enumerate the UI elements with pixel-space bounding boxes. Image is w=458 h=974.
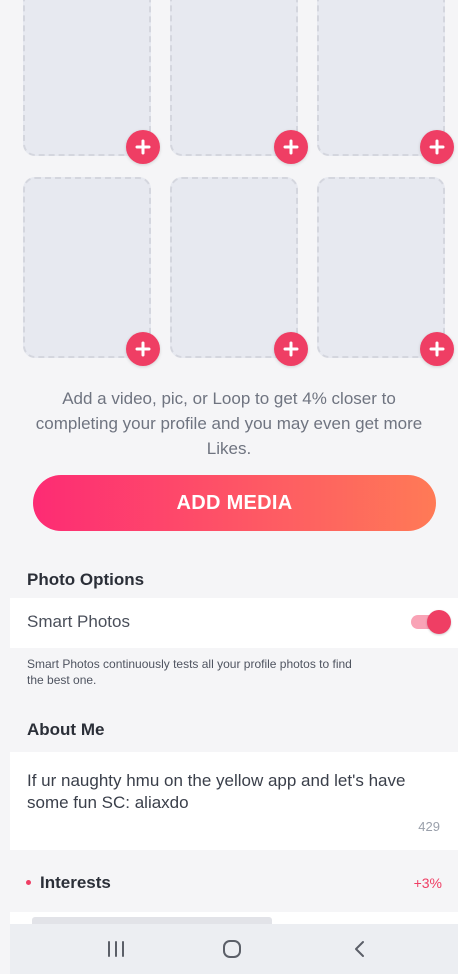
add-media-plus-button[interactable] xyxy=(420,130,454,164)
plus-icon xyxy=(283,139,299,155)
plus-icon xyxy=(135,341,151,357)
toggle-knob xyxy=(427,610,451,634)
add-media-plus-button[interactable] xyxy=(274,130,308,164)
add-media-plus-button[interactable] xyxy=(126,332,160,366)
about-me-title: About Me xyxy=(27,720,105,739)
smart-photos-description: Smart Photos continuously tests all your… xyxy=(27,657,352,687)
back-button[interactable] xyxy=(340,936,380,962)
media-slot[interactable] xyxy=(170,177,298,358)
incomplete-dot-icon xyxy=(26,880,31,885)
media-grid xyxy=(0,0,458,370)
photo-options-title: Photo Options xyxy=(27,570,145,589)
recent-apps-button[interactable] xyxy=(96,936,136,962)
edit-profile-screen: Add a video, pic, or Loop to get 4% clos… xyxy=(0,0,458,974)
add-media-plus-button[interactable] xyxy=(274,332,308,366)
about-me-text[interactable]: If ur naughty hmu on the yellow app and … xyxy=(27,770,427,814)
media-slot[interactable] xyxy=(170,0,298,156)
home-icon xyxy=(223,940,241,958)
plus-icon xyxy=(429,139,445,155)
partial-row-text xyxy=(32,917,272,924)
add-media-button[interactable]: ADD MEDIA xyxy=(33,475,436,531)
back-icon xyxy=(355,941,364,957)
media-slot[interactable] xyxy=(23,177,151,358)
home-button[interactable] xyxy=(212,936,252,962)
add-media-plus-button[interactable] xyxy=(420,332,454,366)
next-section-partial xyxy=(10,912,458,924)
smart-photos-label: Smart Photos xyxy=(27,612,130,631)
system-nav-bar xyxy=(10,924,458,974)
about-me-field[interactable]: If ur naughty hmu on the yellow app and … xyxy=(10,752,458,850)
media-helper-text: Add a video, pic, or Loop to get 4% clos… xyxy=(35,389,423,458)
plus-icon xyxy=(429,341,445,357)
plus-icon xyxy=(283,341,299,357)
char-count: 429 xyxy=(418,819,440,834)
interests-completion-badge: +3% xyxy=(413,875,442,891)
smart-photos-toggle[interactable] xyxy=(411,609,451,635)
recent-apps-icon xyxy=(108,941,124,957)
smart-photos-row[interactable]: Smart Photos xyxy=(10,598,458,648)
media-slot[interactable] xyxy=(317,177,445,358)
interests-title[interactable]: Interests xyxy=(40,873,111,893)
add-media-plus-button[interactable] xyxy=(126,130,160,164)
plus-icon xyxy=(135,139,151,155)
